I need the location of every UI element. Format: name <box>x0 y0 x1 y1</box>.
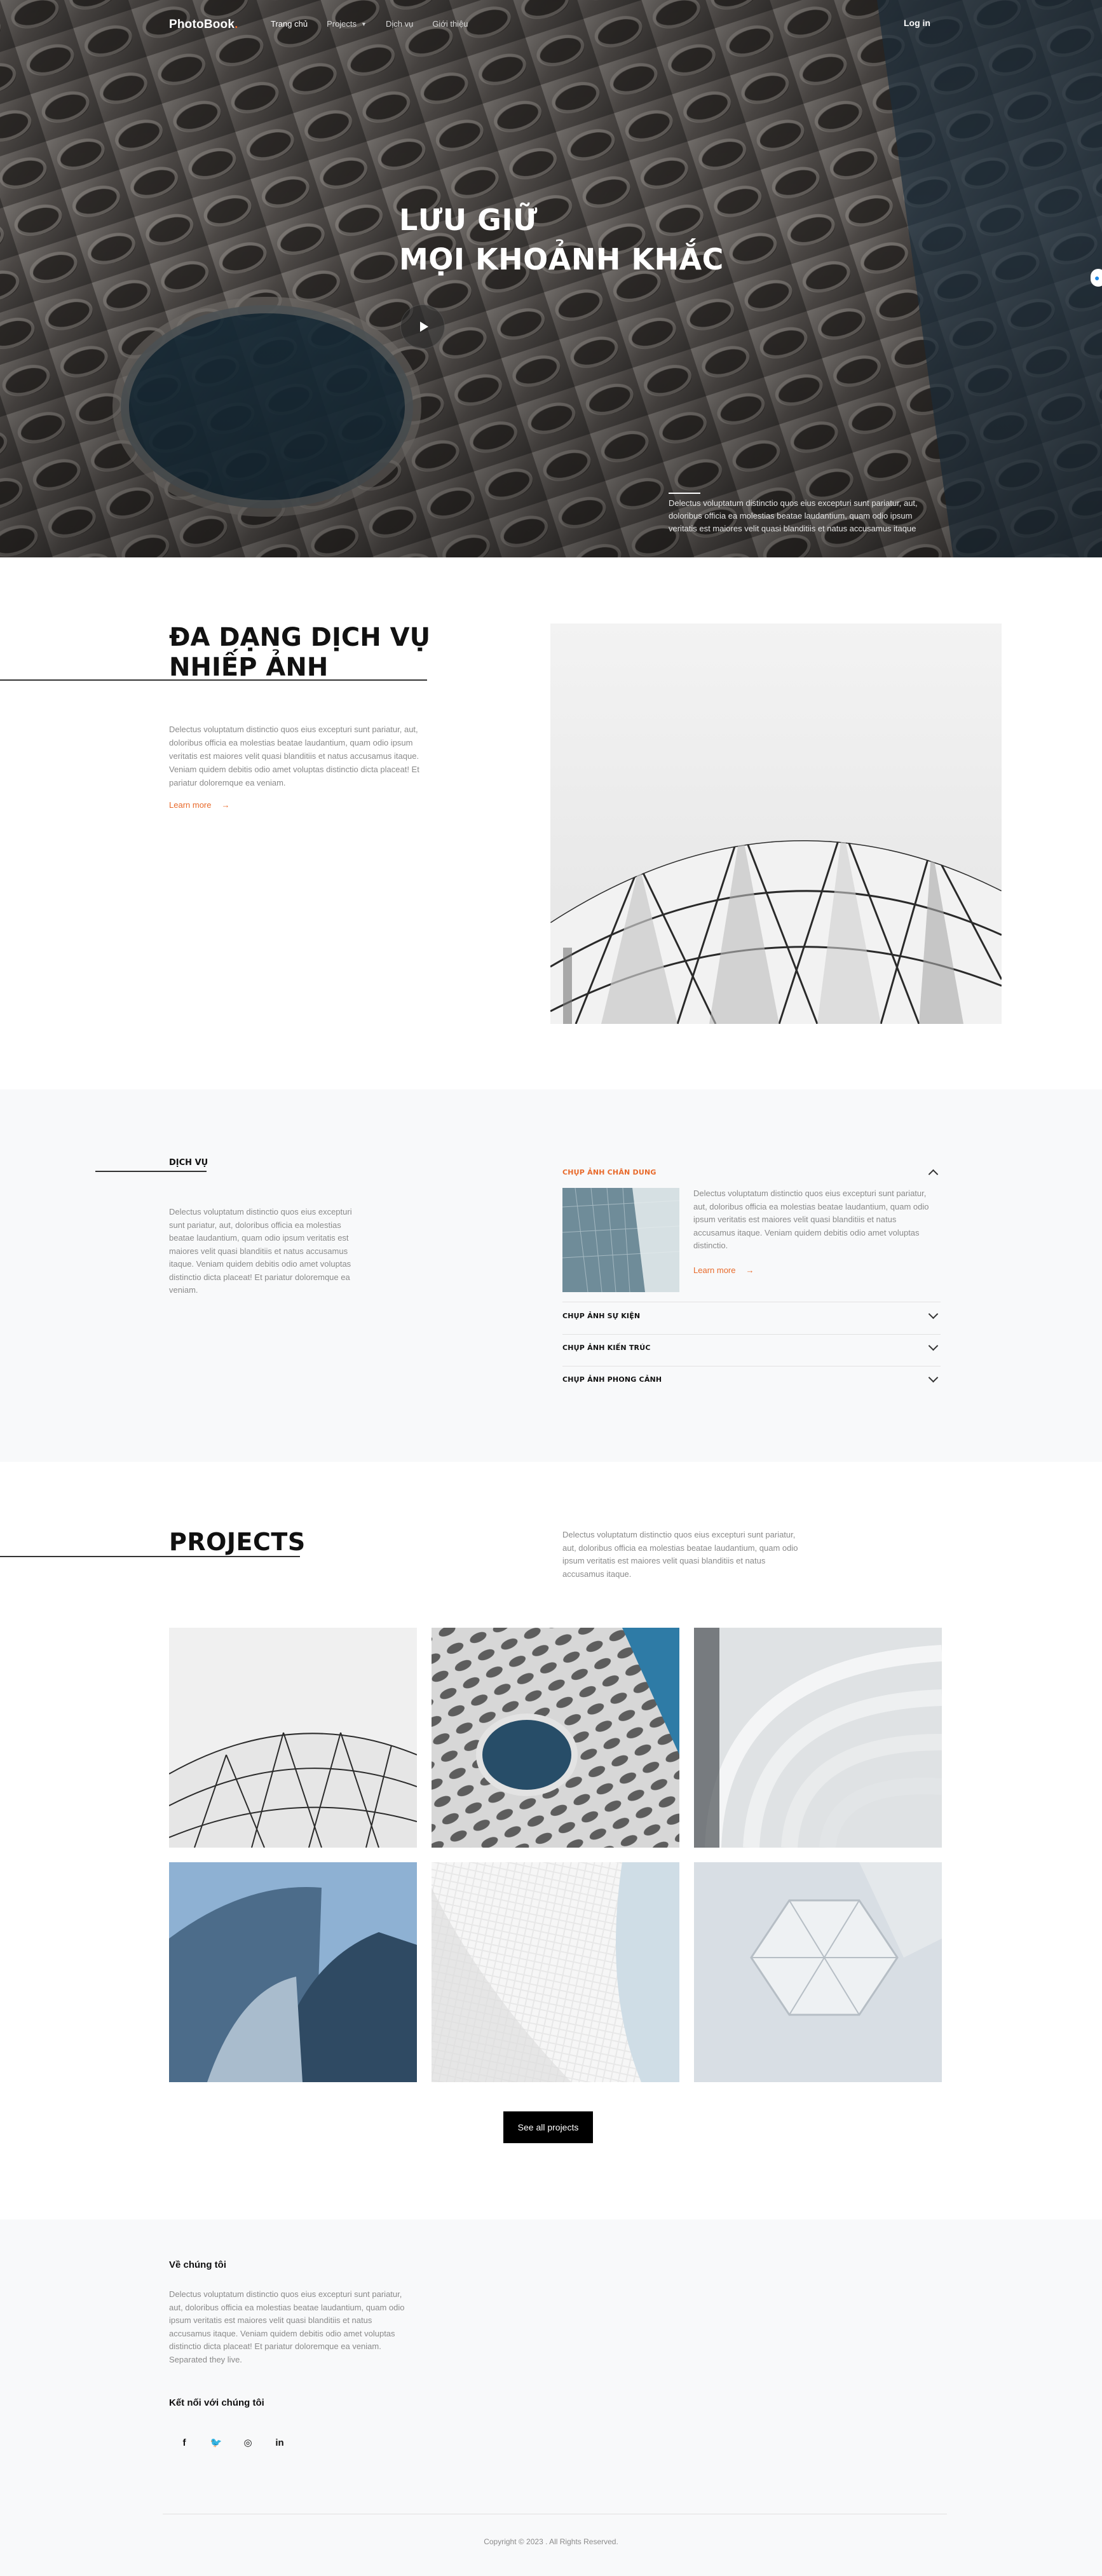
project-image <box>169 1862 417 2082</box>
linkedin-icon[interactable]: in <box>269 2432 290 2453</box>
accordion-item-landscape: CHỤP ẢNH PHONG CẢNH <box>562 1372 941 1392</box>
info-icon: ● <box>1094 273 1100 283</box>
logo[interactable]: PhotoBook. <box>169 18 238 32</box>
copyright-text: Copyright © 2023 . All Rights Reserved. <box>484 2537 618 2546</box>
accordion-content: Delectus voluptatum distinctio quos eius… <box>693 1189 929 1250</box>
projects-title: PROJECTS <box>169 1528 306 1556</box>
side-widget[interactable]: ● <box>1091 269 1102 287</box>
services-label: DỊCH VỤ <box>169 1158 208 1168</box>
accordion-item-events: CHỤP ẢNH SỰ KIỆN <box>562 1309 941 1335</box>
services-title-line: NHIẾP ẢNH <box>169 653 329 682</box>
project-image <box>432 1628 679 1848</box>
dome-image <box>550 624 1002 1024</box>
project-image <box>694 1862 942 2082</box>
project-tile-facade[interactable] <box>432 1628 679 1848</box>
nav-item-label: Dịch vụ <box>385 19 414 29</box>
nav-item-about[interactable]: Giới thiệu <box>432 19 468 29</box>
nav-item-projects[interactable]: Projects ▼ <box>327 19 367 29</box>
accordion-title: CHỤP ẢNH CHÂN DUNG <box>562 1168 656 1176</box>
hero-section: PhotoBook. Trang chủ Projects ▼ Dịch vụ G… <box>0 0 1102 557</box>
nav-item-label: Giới thiệu <box>432 19 468 29</box>
chevron-down-icon: ▼ <box>361 20 367 27</box>
facebook-icon[interactable]: f <box>173 2432 195 2453</box>
nav-item-label: Projects <box>327 19 357 29</box>
projects-description: Delectus voluptatum distinctio quos eius… <box>562 1530 798 1579</box>
glass-building-image <box>562 1188 679 1292</box>
learn-more-label: Learn more <box>693 1265 736 1275</box>
accordion-header[interactable]: CHỤP ẢNH KIẾN TRÚC <box>562 1340 941 1352</box>
nav-item-services[interactable]: Dịch vụ <box>386 19 413 29</box>
project-image <box>694 1628 942 1848</box>
services-title: ĐA DẠNG DỊCH VỤ NHIẾP ẢNH <box>169 623 430 683</box>
twitter-icon[interactable]: 🐦 <box>205 2432 227 2453</box>
about-title: Về chúng tôi <box>169 2259 226 2270</box>
hero-title-line: LƯU GIỮ <box>399 203 538 237</box>
play-icon <box>419 322 428 332</box>
learn-more-link[interactable]: Learn more → <box>169 800 229 810</box>
accordion-title: CHỤP ẢNH SỰ KIỆN <box>562 1312 641 1320</box>
project-tile-metal[interactable] <box>169 1862 417 2082</box>
connect-title: Kết nối với chúng tôi <box>169 2397 264 2408</box>
project-tile-curves[interactable] <box>694 1628 942 1848</box>
project-tile-tiles[interactable] <box>432 1862 679 2082</box>
accordion-item-architecture: CHỤP ẢNH KIẾN TRÚC <box>562 1340 941 1366</box>
top-navbar: PhotoBook. Trang chủ Projects ▼ Dịch vụ G… <box>0 15 1102 34</box>
services-description: Delectus voluptatum distinctio quos eius… <box>169 725 419 787</box>
accordion-header[interactable]: CHỤP ẢNH SỰ KIỆN <box>562 1309 941 1320</box>
arrow-right-icon: → <box>221 800 230 810</box>
learn-more-label: Learn more <box>169 800 212 810</box>
logo-text: PhotoBook <box>169 18 235 31</box>
hero-caption: Delectus voluptatum distinctio quos eius… <box>669 498 918 533</box>
accordion-title: CHỤP ẢNH KIẾN TRÚC <box>562 1344 651 1352</box>
services-title-line: ĐA DẠNG DỊCH VỤ <box>169 623 431 652</box>
see-all-projects-button[interactable]: See all projects <box>503 2111 593 2143</box>
about-text: Delectus voluptatum distinctio quos eius… <box>169 2289 405 2364</box>
accordion-header[interactable]: CHỤP ẢNH CHÂN DUNG <box>562 1167 941 1180</box>
project-tile-dome[interactable] <box>169 1628 417 1848</box>
services-text: Delectus voluptatum distinctio quos eius… <box>169 1207 352 1295</box>
project-tile-skylight[interactable] <box>694 1862 942 2082</box>
project-image <box>169 1628 417 1848</box>
project-image <box>432 1862 679 2082</box>
section-divider <box>0 679 427 681</box>
chevron-up-icon <box>928 1169 939 1180</box>
login-link[interactable]: Log in <box>904 18 930 28</box>
nav-item-label: Trang chủ <box>271 19 308 29</box>
footer <box>0 2219 1102 2576</box>
logo-dot: . <box>235 18 238 31</box>
hero-title: LƯU GIỮ MỌI KHOẢNH KHẮC <box>399 200 724 279</box>
dome-illustration <box>550 840 1002 1024</box>
accordion-title: CHỤP ẢNH PHONG CẢNH <box>562 1375 662 1384</box>
main-menu: Trang chủ Projects ▼ Dịch vụ Giới thiệu <box>271 19 487 29</box>
caption-divider <box>669 493 700 494</box>
play-video-button[interactable] <box>400 304 445 349</box>
learn-more-link[interactable]: Learn more → <box>693 1265 754 1275</box>
section-divider <box>95 1171 207 1172</box>
portrait-thumbnail <box>562 1188 679 1292</box>
nav-item-home[interactable]: Trang chủ <box>271 19 308 29</box>
arrow-right-icon: → <box>745 1265 754 1275</box>
page: PhotoBook. Trang chủ Projects ▼ Dịch vụ G… <box>0 0 1102 2576</box>
hero-title-line: MỌI KHOẢNH KHẮC <box>399 242 724 276</box>
instagram-icon[interactable]: ◎ <box>237 2432 259 2453</box>
accordion-header[interactable]: CHỤP ẢNH PHONG CẢNH <box>562 1372 941 1384</box>
section-divider <box>0 1556 300 1557</box>
